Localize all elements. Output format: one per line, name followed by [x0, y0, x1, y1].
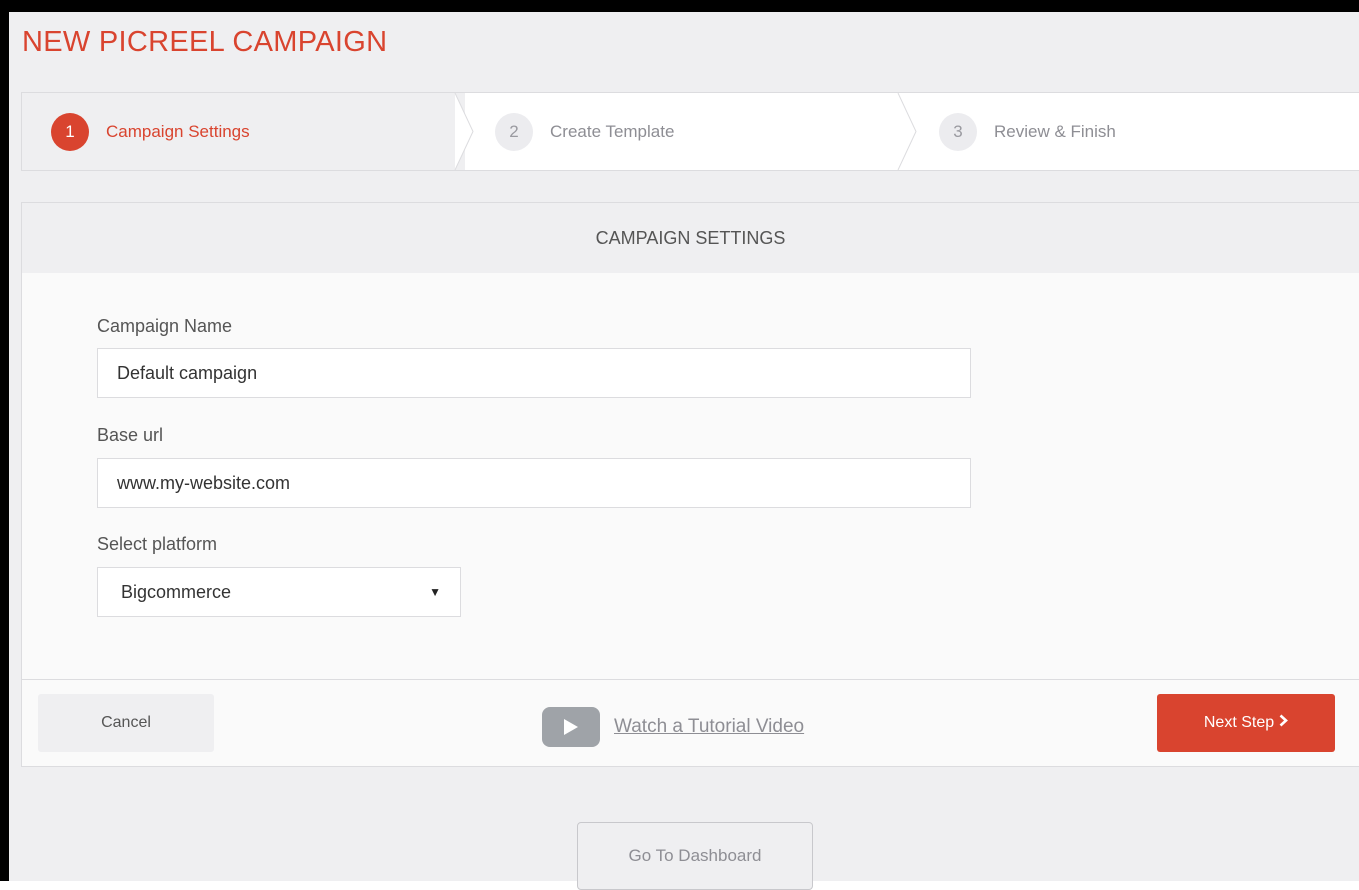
step-label: Review & Finish [994, 121, 1116, 141]
platform-select[interactable]: Bigcommerce ▼ [97, 567, 461, 617]
base-url-input[interactable] [97, 458, 971, 508]
base-url-label: Base url [97, 425, 164, 445]
campaign-name-label: Campaign Name [97, 316, 233, 336]
step-create-template[interactable]: 2 Create Template [495, 93, 905, 170]
campaign-settings-card: CAMPAIGN SETTINGS Campaign Name Base url… [21, 202, 1359, 767]
step-separator [454, 93, 474, 170]
app-frame: NEW PICREEL CAMPAIGN 1 Campaign Settings… [0, 0, 1359, 890]
caret-down-icon: ▼ [429, 585, 441, 599]
step-label: Campaign Settings [106, 121, 250, 141]
step-review-finish[interactable]: 3 Review & Finish [939, 93, 1339, 170]
campaign-name-input[interactable] [97, 348, 971, 398]
cancel-button[interactable]: Cancel [38, 694, 214, 752]
step-wizard: 1 Campaign Settings 2 Create Template 3 … [21, 92, 1359, 171]
step-separator [897, 93, 917, 170]
go-to-dashboard-button[interactable]: Go To Dashboard [577, 822, 813, 890]
card-divider [22, 679, 1359, 680]
next-step-button[interactable]: Next Step [1157, 694, 1335, 752]
card-header: CAMPAIGN SETTINGS [22, 203, 1359, 273]
next-step-label: Next Step [1203, 714, 1275, 731]
step-campaign-settings[interactable]: 1 Campaign Settings [22, 93, 465, 170]
step-label: Create Template [550, 121, 675, 141]
page-title: NEW PICREEL CAMPAIGN [22, 26, 388, 58]
step-number: 1 [51, 112, 89, 151]
platform-label: Select platform [97, 534, 218, 554]
chevron-right-icon [1279, 714, 1289, 732]
step-number: 2 [495, 112, 533, 151]
platform-select-value: Bigcommerce [121, 581, 232, 602]
play-icon[interactable] [542, 707, 600, 747]
tutorial-video[interactable]: Watch a Tutorial Video [542, 707, 804, 747]
tutorial-video-link[interactable]: Watch a Tutorial Video [614, 716, 804, 738]
step-number: 3 [939, 112, 977, 151]
